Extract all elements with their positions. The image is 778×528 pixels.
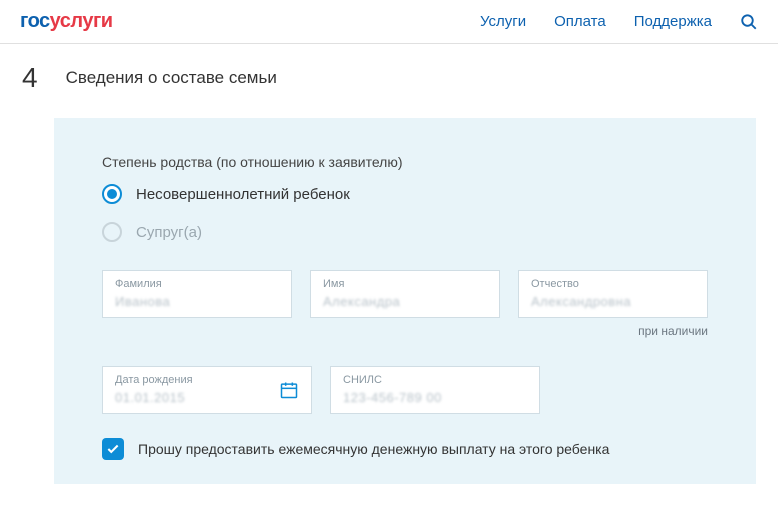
radio-button-spouse (102, 222, 122, 242)
snils-value: 123-456-789 00 (343, 390, 527, 405)
nav-services[interactable]: Услуги (480, 13, 526, 30)
step-header: 4 Сведения о составе семьи (22, 62, 756, 94)
radio-option-child[interactable]: Несовершеннолетний ребенок (102, 184, 708, 204)
search-icon[interactable] (740, 13, 758, 31)
snils-label: СНИЛС (343, 374, 527, 386)
surname-label: Фамилия (115, 278, 279, 290)
relationship-label: Степень родства (по отношению к заявител… (102, 154, 708, 170)
logo[interactable]: госуслуги (20, 10, 113, 33)
step-title: Сведения о составе семьи (66, 68, 277, 88)
payment-checkbox-label: Прошу предоставить ежемесячную денежную … (138, 441, 609, 457)
form-panel: Степень родства (по отношению к заявител… (54, 118, 756, 484)
step-number: 4 (22, 62, 38, 94)
details-fields-row: Дата рождения 01.01.2015 СНИЛС 123-456-7… (102, 366, 708, 414)
birthdate-label: Дата рождения (115, 374, 279, 386)
birthdate-value: 01.01.2015 (115, 390, 279, 405)
radio-label-spouse: Супруг(а) (136, 224, 202, 241)
radio-button-child[interactable] (102, 184, 122, 204)
nav-support[interactable]: Поддержка (634, 13, 712, 30)
name-label: Имя (323, 278, 487, 290)
surname-value: Иванова (115, 294, 279, 309)
name-field[interactable]: Имя Александра (310, 270, 500, 318)
nav: Услуги Оплата Поддержка (480, 13, 758, 31)
radio-label-child: Несовершеннолетний ребенок (136, 186, 350, 203)
name-fields-row: Фамилия Иванова Имя Александра Отчество … (102, 270, 708, 318)
patronymic-label: Отчество (531, 278, 695, 290)
payment-checkbox[interactable] (102, 438, 124, 460)
logo-part2: услуги (50, 10, 113, 32)
name-value: Александра (323, 294, 487, 309)
content: 4 Сведения о составе семьи Степень родст… (0, 44, 778, 484)
birthdate-field[interactable]: Дата рождения 01.01.2015 (102, 366, 312, 414)
nav-payment[interactable]: Оплата (554, 13, 606, 30)
patronymic-value: Александровна (531, 294, 695, 309)
snils-field[interactable]: СНИЛС 123-456-789 00 (330, 366, 540, 414)
radio-option-spouse: Супруг(а) (102, 222, 708, 242)
patronymic-field[interactable]: Отчество Александровна (518, 270, 708, 318)
surname-field[interactable]: Фамилия Иванова (102, 270, 292, 318)
logo-part1: гос (20, 10, 50, 32)
calendar-icon[interactable] (279, 380, 299, 400)
payment-checkbox-row[interactable]: Прошу предоставить ежемесячную денежную … (102, 438, 708, 460)
patronymic-hint: при наличии (102, 324, 708, 338)
header: госуслуги Услуги Оплата Поддержка (0, 0, 778, 44)
